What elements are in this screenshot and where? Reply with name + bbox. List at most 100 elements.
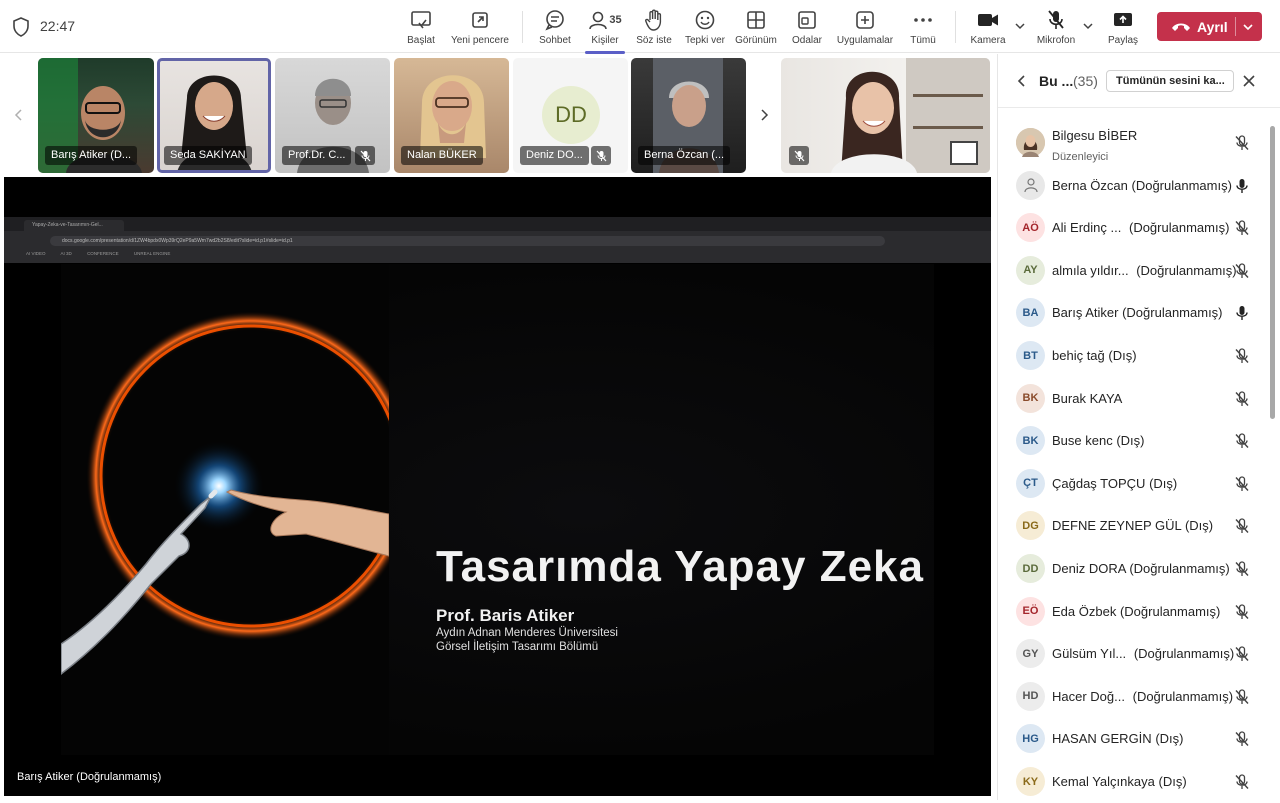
participant-display-name: Deniz DORA [1052, 561, 1126, 576]
mic-off-icon[interactable] [1234, 646, 1250, 662]
participant-status-tag: (Dış) [1149, 475, 1178, 491]
participant-avatar: DD [1016, 554, 1045, 583]
mic-off-icon[interactable] [1234, 689, 1250, 705]
hand-icon [644, 8, 664, 32]
mic-options-chevron-icon[interactable] [1081, 19, 1095, 33]
apps-button[interactable]: Uygulamalar [834, 8, 896, 48]
participant-row[interactable]: Berna Özcan (Doğrulanmamış) [998, 165, 1268, 207]
participant-name: HASAN GERGİN (Dış) [1052, 731, 1183, 746]
participant-avatar: EÖ [1016, 596, 1045, 626]
gallery-prev-button[interactable] [9, 102, 29, 128]
participant-row[interactable]: ÇT Çağdaş TOPÇU (Dış) [998, 463, 1268, 505]
rooms-icon [797, 8, 817, 32]
participant-row[interactable]: AÖ Ali Erdinç ... (Doğrulanmamış) [998, 207, 1268, 249]
participant-status-tag: (Doğrulanmamış) [1131, 177, 1232, 193]
participant-row[interactable]: BK Burak KAYA [998, 378, 1268, 420]
mic-button[interactable]: Mikrofon [1034, 8, 1078, 48]
start-button[interactable]: Başlat [403, 8, 439, 48]
new-window-button[interactable]: Yeni pencere [449, 8, 511, 48]
participant-tile[interactable]: Barış Atiker (D... [38, 58, 154, 173]
bookmark-item: CONFERENCE [87, 251, 119, 256]
participant-count: (35) [1073, 73, 1098, 89]
slide-author: Prof. Baris Atiker [436, 606, 575, 625]
participant-avatar: HG [1016, 724, 1045, 754]
participant-name: Prof.Dr. C... [282, 146, 352, 165]
add-app-icon [855, 8, 875, 32]
mic-off-icon[interactable] [1234, 220, 1250, 236]
participant-row[interactable]: KY Kemal Yalçınkaya (Dış) [998, 761, 1268, 803]
participant-tile[interactable]: Prof.Dr. C... [275, 58, 390, 173]
participant-avatar: ÇT [1016, 468, 1045, 498]
bookmark-item: AI 3D [60, 251, 72, 256]
participant-row[interactable]: AY almıla yıldır... (Doğrulanmamış) [998, 250, 1268, 292]
raise-hand-button[interactable]: Söz iste [634, 8, 674, 48]
more-button[interactable]: Tümü [906, 8, 940, 48]
mic-off-icon[interactable] [1234, 731, 1250, 747]
meeting-clock: 22:47 [40, 18, 76, 34]
mic-off-icon[interactable] [1234, 348, 1250, 364]
mic-off-icon[interactable] [1234, 603, 1250, 620]
mic-off-icon[interactable] [1234, 561, 1250, 577]
mic-off-icon [1046, 8, 1066, 32]
chat-button[interactable]: Sohbet [537, 8, 573, 48]
mic-on-icon[interactable] [1234, 178, 1250, 194]
participant-row[interactable]: Bilgesu BİBER Düzenleyici [998, 122, 1268, 164]
share-button[interactable]: Paylaş [1104, 8, 1142, 48]
chevron-left-icon [14, 109, 22, 121]
mic-off-icon[interactable] [1234, 263, 1250, 279]
camera-button[interactable]: Kamera [968, 8, 1008, 48]
view-button[interactable]: Görünüm [734, 8, 778, 48]
participant-row[interactable]: BT behiç tağ (Dış) [998, 335, 1268, 377]
participant-display-name: Hacer Doğ... [1052, 688, 1125, 704]
participant-row[interactable]: BA Barış Atiker (Doğrulanmamış) [998, 292, 1268, 334]
react-button[interactable]: Tepki ver [683, 8, 727, 48]
participant-display-name: DEFNE ZEYNEP GÜL [1052, 518, 1182, 534]
self-view-tile[interactable] [781, 58, 990, 173]
slide-department: Görsel İletişim Tasarımı Bölümü [436, 641, 599, 653]
participant-status-tag: (Doğrulanmamış) [1119, 603, 1221, 619]
participant-row[interactable]: DG DEFNE ZEYNEP GÜL (Dış) [998, 505, 1268, 547]
mute-all-button[interactable]: Tümünün sesini ka... [1106, 70, 1234, 92]
gallery-next-button[interactable] [754, 102, 774, 128]
back-icon[interactable] [1015, 73, 1029, 89]
participant-display-name: Eda Özbek [1052, 603, 1117, 619]
close-icon[interactable] [1241, 73, 1257, 89]
participant-tile[interactable]: Nalan BÜKER [394, 58, 509, 173]
presenter-name-label: Barış Atiker (Doğrulanmamış) [17, 771, 162, 783]
participant-display-name: Buse kenc [1052, 433, 1113, 449]
camera-options-chevron-icon[interactable] [1013, 19, 1027, 33]
participant-avatar: BK [1016, 426, 1045, 456]
participant-name: Berna Özcan (... [638, 146, 731, 165]
participant-tile[interactable]: Seda SAKİYAN [157, 58, 271, 173]
participant-row[interactable]: HD Hacer Doğ... (Doğrulanmamış) [998, 676, 1268, 718]
browser-bookmarks: AI VIDEO AI 3D CONFERENCE UNREAL ENGINE [26, 251, 184, 256]
participant-name: Deniz DO... [520, 146, 589, 165]
participant-row[interactable]: EÖ Eda Özbek (Doğrulanmamış) [998, 591, 1268, 633]
mic-off-icon[interactable] [1234, 433, 1250, 449]
people-button[interactable]: 35 Kişiler [584, 8, 626, 48]
participant-tile[interactable]: Berna Özcan (... [631, 58, 746, 173]
bookmark-item: UNREAL ENGINE [133, 251, 171, 256]
mic-off-icon[interactable] [1234, 390, 1250, 407]
participant-row[interactable]: DD Deniz DORA (Doğrulanmamış) [998, 548, 1268, 590]
slide-title: Tasarımda Yapay Zeka [436, 542, 924, 591]
mic-on-icon[interactable] [1234, 305, 1250, 321]
people-icon [589, 11, 608, 30]
mic-off-icon[interactable] [1234, 518, 1250, 534]
mic-off-icon[interactable] [1234, 774, 1250, 790]
bookmark-item: AI VIDEO [26, 251, 46, 256]
mic-off-icon[interactable] [1234, 135, 1250, 151]
rooms-button[interactable]: Odalar [789, 8, 825, 48]
shield-icon[interactable] [12, 17, 30, 37]
participant-tile[interactable]: DD Deniz DO... [513, 58, 628, 173]
participant-row[interactable]: BK Buse kenc (Dış) [998, 420, 1268, 462]
participant-avatar: BA [1016, 298, 1045, 328]
mic-off-icon[interactable] [1234, 476, 1250, 492]
participant-row[interactable]: GY Gülsüm Yıl... (Doğrulanmamış) [998, 633, 1268, 675]
participant-list-scrollbar[interactable] [1270, 126, 1275, 419]
shared-screen[interactable]: Yapay-Zeka-ve-Tasarımın-Gel... docs.goog… [4, 177, 991, 796]
leave-button[interactable]: Ayrıl [1157, 12, 1262, 41]
leave-options-chevron-icon[interactable] [1241, 20, 1255, 34]
participant-display-name: Gülsüm Yıl... [1052, 646, 1127, 662]
participant-row[interactable]: HG HASAN GERGİN (Dış) [998, 718, 1268, 760]
